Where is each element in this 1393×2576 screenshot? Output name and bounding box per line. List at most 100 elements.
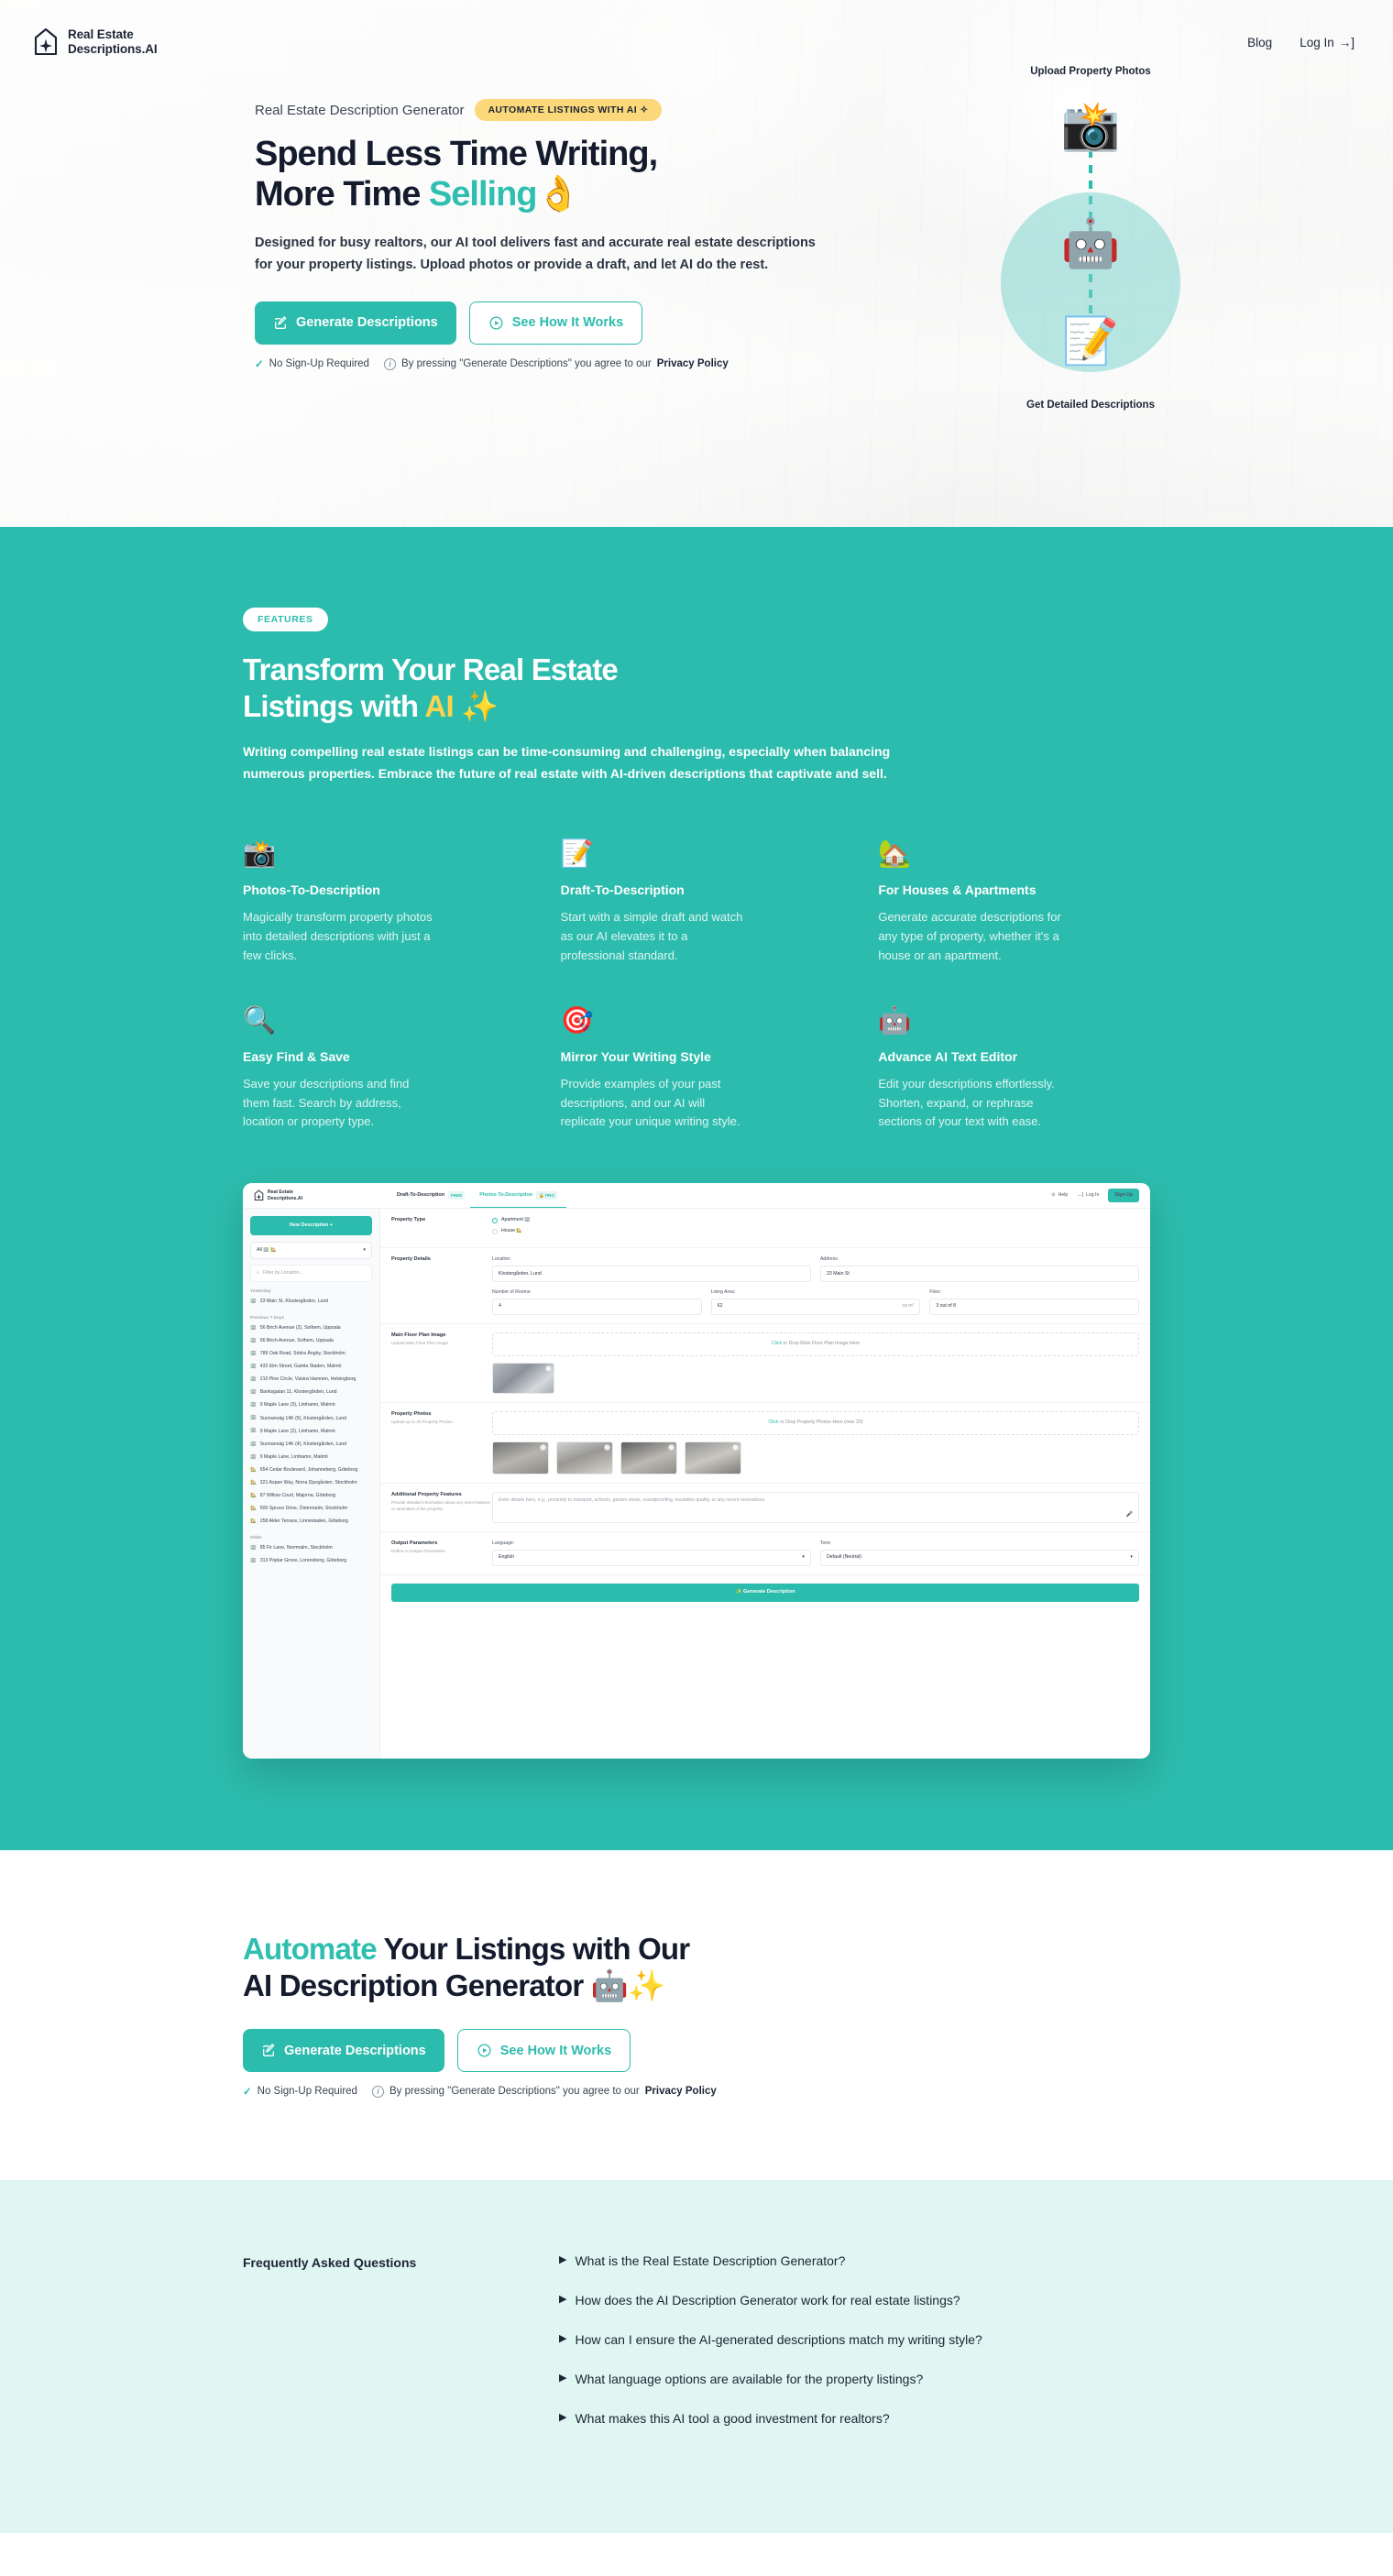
mock-logo[interactable]: Real Estate Descriptions.AI: [254, 1189, 391, 1201]
remove-icon[interactable]: [732, 1443, 739, 1451]
list-item[interactable]: 🏡 87 Willow Court, Majorna, Göteborg: [250, 1489, 372, 1502]
additional-features-textarea[interactable]: Enter details here, e.g., proximity to t…: [492, 1491, 1139, 1523]
faq-inner: Frequently Asked Questions ▶ What is the …: [243, 2253, 1150, 2450]
list-item[interactable]: 🏢 85 Fir Lane, Norrmalm, Stockholm: [250, 1541, 372, 1554]
list-item[interactable]: 🏡 321 Aspen Way, Norra Djurgården, Stockh…: [250, 1476, 372, 1489]
features-description: Writing compelling real estate listings …: [243, 744, 891, 782]
caret-right-icon: ▶: [559, 2373, 567, 2384]
mock-login-button[interactable]: →] Log In: [1077, 1192, 1099, 1199]
photos-drop-link[interactable]: Click: [768, 1420, 778, 1425]
list-item[interactable]: 🏢 Sunnanväg 14K (4), Klostergården, Lund: [250, 1438, 372, 1451]
radio-house[interactable]: House 🏡: [492, 1228, 1139, 1234]
new-description-button[interactable]: New Description +: [250, 1216, 372, 1236]
property-filter-select[interactable]: All 🏢 🏡 ▾: [250, 1242, 372, 1260]
bottom-cta-container: Automate Your Listings with Our AI Descr…: [243, 1931, 1150, 2098]
additional-features-label-block: Additional Property Features Provide det…: [391, 1492, 492, 1523]
property-type-row: Property Type Apartment 🏢 House 🏡: [380, 1209, 1150, 1249]
faq-item[interactable]: ▶ What language options are available for…: [559, 2372, 1150, 2386]
illustration-stage: 📸 🤖 📝: [999, 84, 1182, 396]
cta-title-rest: Your Listings with Our: [376, 1932, 691, 1967]
photo-thumbnail[interactable]: [620, 1441, 677, 1474]
list-item-label: 9 Maple Lane (3), Limhamn, Malmö: [259, 1402, 335, 1409]
nav-login-link[interactable]: Log In →]: [1300, 36, 1355, 49]
list-item-label: Banksgatan 11, Klostergården, Lund: [259, 1389, 337, 1396]
see-how-it-works-label: See How It Works: [511, 315, 624, 331]
location-filter-input[interactable]: ⌕ Filter by Location...: [250, 1265, 372, 1283]
floorplan-dropzone[interactable]: Click or Drop Main Floor Plan Image Here: [492, 1332, 1139, 1356]
features-title-line-2-plain: Listings with: [243, 688, 425, 723]
faq-item[interactable]: ▶ How can I ensure the AI-generated descr…: [559, 2332, 1150, 2347]
radio-apartment[interactable]: Apartment 🏢: [492, 1217, 1139, 1223]
apartment-icon: 🏢: [250, 1428, 257, 1434]
feature-card: 🏡 For Houses & Apartments Generate accur…: [878, 841, 1150, 965]
apartment-icon: 🏢: [250, 1337, 257, 1343]
feature-text: Magically transform property photos into…: [243, 910, 433, 962]
hero-cta-row: Generate Descriptions See How It Works: [255, 301, 841, 345]
generate-descriptions-button[interactable]: Generate Descriptions: [243, 2029, 444, 2073]
address-label: Address:: [820, 1256, 839, 1263]
generate-descriptions-button[interactable]: Generate Descriptions: [255, 301, 456, 345]
generate-description-button[interactable]: ✨ Generate Description: [391, 1583, 1139, 1603]
list-item[interactable]: 🏢 56 Birch Avenue (2), Solhem, Uppsala: [250, 1321, 372, 1334]
mock-logo-text: Real Estate Descriptions.AI: [268, 1189, 302, 1200]
nav-blog-link[interactable]: Blog: [1247, 36, 1272, 49]
list-item[interactable]: 🏢 9 Maple Lane, Limhamn, Malmö: [250, 1451, 372, 1463]
tab-draft-to-description[interactable]: Draft-To-Description FREE: [397, 1184, 466, 1207]
rooms-input[interactable]: 4: [492, 1298, 702, 1315]
language-tone-grid: Language: English ▾ Tone Default (Neutral…: [492, 1540, 1139, 1566]
privacy-note-text: By pressing "Generate Descriptions" you …: [389, 2086, 640, 2098]
hero-title-line-2-plain: More Time: [255, 175, 429, 214]
signup-button[interactable]: Sign Up: [1108, 1189, 1139, 1203]
see-how-it-works-button[interactable]: See How It Works: [456, 2029, 631, 2073]
radio-label: House 🏡: [501, 1228, 522, 1234]
location-input[interactable]: Klostergården, Lund: [492, 1266, 811, 1283]
see-how-it-works-button[interactable]: See How It Works: [468, 301, 643, 345]
microphone-icon[interactable]: 🎤: [1126, 1511, 1133, 1518]
photos-to-description-icon: 📸: [243, 839, 277, 870]
floorplan-thumbnail[interactable]: [492, 1362, 554, 1394]
photo-thumbnail[interactable]: [685, 1441, 741, 1474]
no-signup-label: No Sign-Up Required: [257, 2086, 357, 2098]
list-item[interactable]: 🏢 23 Main St, Klostergården, Lund: [250, 1296, 372, 1309]
list-item[interactable]: 🏡 654 Cedar Boulevard, Johanneberg, Göteb…: [250, 1463, 372, 1476]
floorplan-drop-link[interactable]: Click: [772, 1341, 782, 1346]
living-area-field-group: Living Area: 62 sq m²: [710, 1289, 921, 1315]
logo[interactable]: Real Estate Descriptions.AI: [33, 27, 158, 57]
photo-thumbnail[interactable]: [492, 1441, 549, 1474]
privacy-policy-link[interactable]: Privacy Policy: [657, 358, 729, 369]
tone-select[interactable]: Default (Neutral) ▾: [820, 1549, 1139, 1566]
list-item[interactable]: 🏡 258 Alder Terrace, Linnéstaden, Götebor…: [250, 1516, 372, 1529]
photo-thumbnail[interactable]: [556, 1441, 613, 1474]
hero-title-accent: Selling: [428, 175, 538, 214]
faq-item[interactable]: ▶ What is the Real Estate Description Gen…: [559, 2253, 1150, 2268]
list-item[interactable]: 🏢 Sunnanväg 14K (6), Klostergården, Lund: [250, 1412, 372, 1425]
faq-item[interactable]: ▶ What makes this AI tool a good investme…: [559, 2411, 1150, 2426]
address-input[interactable]: 23 Main St: [820, 1266, 1139, 1283]
list-item[interactable]: 🏡 500 Spruce Drive, Östermalm, Stockholm: [250, 1503, 372, 1516]
privacy-policy-link[interactable]: Privacy Policy: [645, 2086, 717, 2097]
property-type-label-block: Property Type: [391, 1217, 492, 1239]
remove-icon[interactable]: [540, 1443, 546, 1451]
sparkle-icon: ✨: [735, 1589, 743, 1595]
list-item[interactable]: 🏢 210 Pine Circle, Västra Hamnen, Helsing…: [250, 1374, 372, 1387]
feature-card: 🔍 Easy Find & Save Save your description…: [243, 1007, 515, 1132]
list-item[interactable]: 🏢 Banksgatan 11, Klostergården, Lund: [250, 1387, 372, 1399]
language-select[interactable]: English ▾: [492, 1549, 811, 1566]
property-photos-dropzone[interactable]: Click or Drop Property Photos Here (max …: [492, 1410, 1139, 1435]
floor-input[interactable]: 3 out of 8: [929, 1298, 1139, 1315]
remove-icon[interactable]: [545, 1365, 552, 1372]
list-item[interactable]: 🏢 313 Poplar Grove, Lorensberg, Göteborg: [250, 1554, 372, 1567]
remove-icon[interactable]: [668, 1443, 675, 1451]
list-item[interactable]: 🏢 432 Elm Street, Gamla Staden, Malmö: [250, 1361, 372, 1374]
list-item[interactable]: 🏢 56 Birch Avenue, Solhem, Uppsala: [250, 1335, 372, 1348]
tab-photos-to-description[interactable]: Photos-To-Description 🔒 PRO: [470, 1184, 566, 1209]
list-item[interactable]: 🏢 789 Oak Road, Södra Ängby, Stockholm: [250, 1348, 372, 1361]
living-area-input[interactable]: 62 sq m²: [710, 1298, 921, 1315]
address-field-group: Address: 23 Main St: [820, 1256, 1139, 1283]
list-item[interactable]: 🏢 9 Maple Lane (2), Limhamn, Malmö: [250, 1425, 372, 1438]
help-button[interactable]: ⊙ Help: [1051, 1192, 1068, 1199]
list-item[interactable]: 🏢 9 Maple Lane (3), Limhamn, Malmö: [250, 1399, 372, 1412]
feature-card: 📸 Photos-To-Description Magically transf…: [243, 841, 515, 965]
faq-item[interactable]: ▶ How does the AI Description Generator w…: [559, 2293, 1150, 2307]
remove-icon[interactable]: [604, 1443, 610, 1451]
